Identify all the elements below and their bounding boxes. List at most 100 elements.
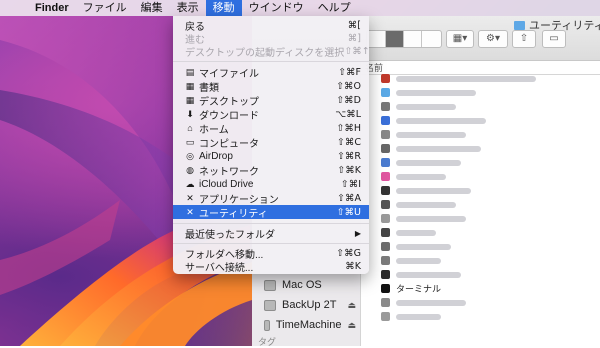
shortcut-label: ⇧⌘U — [336, 206, 361, 218]
blurred-filename — [396, 243, 451, 250]
app-icon — [381, 242, 390, 251]
documents-icon: ▦ — [185, 80, 195, 91]
menu-item-label: マイファイル — [199, 68, 259, 80]
gallery-view-button[interactable] — [422, 31, 440, 47]
list-item[interactable] — [361, 254, 600, 267]
app-icon — [381, 172, 390, 181]
menu-divider — [173, 223, 369, 224]
submenu-arrow-icon: ▶ — [354, 228, 361, 238]
app-icon — [381, 116, 390, 125]
menu-item-network[interactable]: ◍ ネットワーク ⇧⌘K — [173, 163, 369, 178]
menu-item-label: 最近使ったフォルダ — [185, 229, 275, 241]
menu-item-computer[interactable]: ▭ コンピュータ ⇧⌘C — [173, 135, 369, 150]
menu-help[interactable]: ヘルプ — [311, 0, 358, 16]
menu-item-utilities[interactable]: ✕ ユーティリティ ⇧⌘U — [173, 205, 369, 220]
list-item[interactable] — [361, 100, 600, 113]
share-button[interactable]: ⇧ — [512, 30, 536, 48]
menu-divider — [173, 243, 369, 244]
app-icon — [381, 214, 390, 223]
gear-icon: ⚙▾ — [486, 33, 500, 44]
list-item[interactable] — [361, 72, 600, 85]
shortcut-label: ⇧⌘A — [337, 192, 361, 204]
column-view-button[interactable] — [404, 31, 422, 47]
list-item[interactable] — [361, 198, 600, 211]
menu-item-applications[interactable]: ✕ アプリケーション ⇧⌘A — [173, 191, 369, 206]
list-item[interactable] — [361, 226, 600, 239]
menu-item-label: ダウンロード — [199, 110, 259, 122]
menu-window[interactable]: ウインドウ — [242, 0, 311, 16]
eject-icon[interactable]: ⏏ — [347, 320, 356, 331]
menu-edit[interactable]: 編集 — [134, 0, 170, 16]
list-view-button[interactable] — [386, 31, 404, 47]
menu-item-home[interactable]: ⌂ ホーム ⇧⌘H — [173, 121, 369, 136]
app-icon — [381, 200, 390, 209]
menu-finder[interactable]: Finder — [28, 0, 76, 16]
blurred-filename — [396, 215, 466, 222]
blurred-filename — [396, 257, 441, 264]
disk-icon — [264, 319, 270, 331]
sidebar-item-macos[interactable]: Mac OS — [264, 277, 356, 293]
terminal-icon — [381, 284, 390, 293]
file-name: ターミナル — [396, 284, 442, 294]
desktop-icon: ▦ — [185, 94, 195, 105]
eject-icon[interactable]: ⏏ — [347, 300, 356, 311]
app-icon — [381, 158, 390, 167]
list-item[interactable] — [361, 86, 600, 99]
sidebar-item-label: TimeMachine — [275, 319, 342, 331]
shortcut-label: ⇧⌘C — [336, 136, 361, 148]
blurred-filename — [396, 271, 461, 278]
tag-icon: ▭ — [549, 33, 559, 44]
tag-button[interactable]: ▭ — [542, 30, 566, 48]
menu-item-connect-to-server[interactable]: サーバへ接続... ⌘K — [173, 259, 369, 274]
list-item[interactable] — [361, 128, 600, 141]
list-item[interactable] — [361, 268, 600, 281]
shortcut-label: ⌘] — [347, 32, 361, 44]
blurred-filename — [396, 117, 486, 124]
sidebar-item-label: Mac OS — [282, 279, 322, 291]
menu-item-label: AirDrop — [199, 150, 233, 162]
list-item[interactable] — [361, 156, 600, 169]
list-item[interactable] — [361, 310, 600, 323]
all-files-icon: ▤ — [185, 66, 195, 77]
app-icon — [381, 130, 390, 139]
action-gear-button[interactable]: ⚙▾ — [478, 30, 508, 48]
shortcut-label: ⇧⌘G — [336, 247, 361, 259]
menu-item-label: デスクトップ — [199, 96, 259, 108]
download-icon: ⬇ — [186, 108, 194, 119]
list-item-terminal[interactable]: ターミナル — [361, 282, 600, 295]
list-item[interactable] — [361, 142, 600, 155]
shortcut-label: ⇧⌘K — [337, 164, 361, 176]
list-item[interactable] — [361, 184, 600, 197]
sidebar-item-backup[interactable]: BackUp 2T ⏏ — [264, 297, 356, 313]
menu-divider — [173, 61, 369, 62]
share-icon: ⇧ — [519, 33, 529, 44]
list-item[interactable] — [361, 296, 600, 309]
list-item[interactable] — [361, 170, 600, 183]
arrange-button[interactable]: ▦▾ — [446, 30, 474, 48]
app-icon — [381, 312, 390, 321]
shortcut-label: ⇧⌘I — [340, 178, 361, 190]
folder-icon — [514, 20, 525, 30]
sidebar-item-timemachine[interactable]: TimeMachine ⏏ — [264, 317, 356, 333]
list-item[interactable] — [361, 212, 600, 225]
menu-item-icloud-drive[interactable]: ☁ iCloud Drive ⇧⌘I — [173, 177, 369, 191]
menu-view[interactable]: 表示 — [170, 0, 206, 16]
menu-file[interactable]: ファイル — [76, 0, 134, 16]
utilities-icon: ✕ — [186, 206, 194, 217]
list-item[interactable] — [361, 114, 600, 127]
menu-item-all-files[interactable]: ▤ マイファイル ⇧⌘F — [173, 65, 369, 80]
menu-item-recent-folders[interactable]: 最近使ったフォルダ ▶ — [173, 226, 369, 241]
menu-go[interactable]: 移動 — [205, 0, 242, 16]
app-icon — [381, 74, 390, 83]
list-item[interactable] — [361, 240, 600, 253]
app-icon — [381, 270, 390, 279]
menu-item-desktop[interactable]: ▦ デスクトップ ⇧⌘D — [173, 93, 369, 108]
cloud-icon: ☁ — [185, 178, 195, 189]
shortcut-label: ⌘K — [345, 260, 361, 272]
menu-item-documents[interactable]: ▦ 書類 ⇧⌘O — [173, 79, 369, 94]
menu-item-airdrop[interactable]: ◎ AirDrop ⇧⌘R — [173, 149, 369, 163]
app-icon — [381, 102, 390, 111]
menu-item-downloads[interactable]: ⬇ ダウンロード ⌥⌘L — [173, 107, 369, 122]
app-icon — [381, 256, 390, 265]
blurred-filename — [396, 145, 481, 152]
